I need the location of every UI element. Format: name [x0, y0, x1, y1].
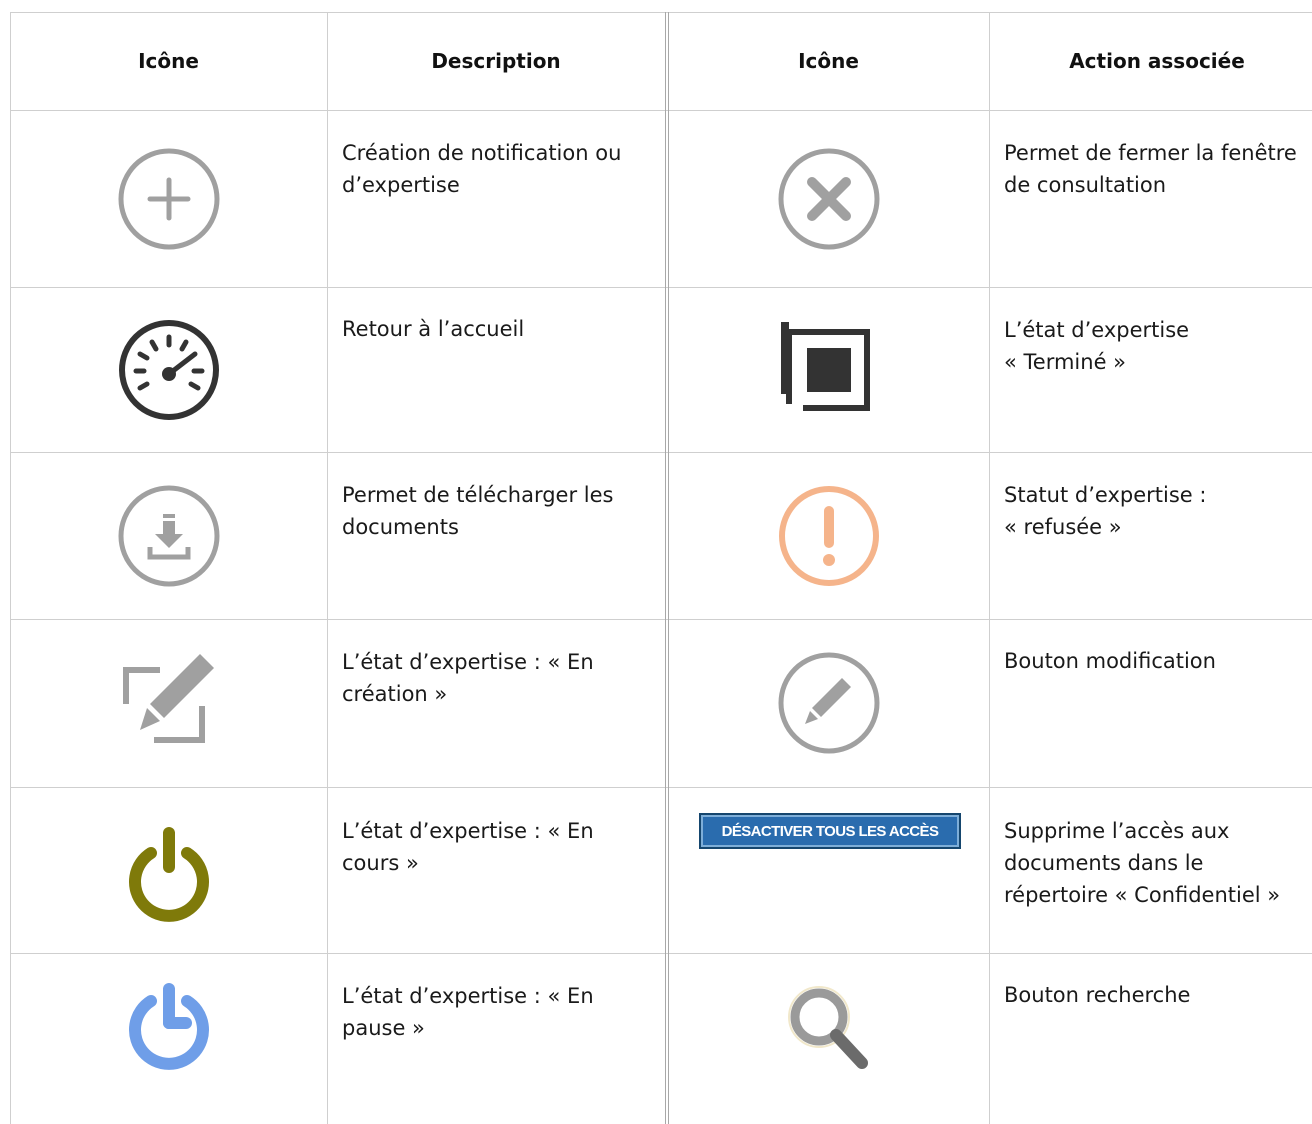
text-line: Supprime l’accès aux — [1004, 819, 1230, 843]
action-cell: Bouton modification — [1004, 645, 1312, 677]
deactivate-all-access-button[interactable]: DÉSACTIVER TOUS LES ACCÈS — [699, 813, 961, 849]
exclamation-circle-icon — [668, 452, 989, 619]
action-cell-button: DÉSACTIVER TOUS LES ACCÈS — [699, 813, 961, 849]
text-line: Permet de fermer la fenêtre — [1004, 141, 1297, 165]
text-line: d’expertise — [342, 173, 460, 197]
text-line: Bouton modification — [1004, 649, 1216, 673]
column-border — [989, 12, 990, 1124]
description-cell: Retour à l’accueil — [342, 313, 662, 345]
text-line: L’état d’expertise — [1004, 318, 1190, 342]
text-line: « Terminé » — [1004, 350, 1127, 374]
text-line: documents — [342, 515, 459, 539]
text-line: Retour à l’accueil — [342, 317, 525, 341]
description-cell: Permet de télécharger les documents — [342, 479, 662, 543]
action-cell: Bouton recherche — [1004, 979, 1312, 1011]
text-line: « refusée » — [1004, 515, 1122, 539]
action-cell: Statut d’expertise : « refusée » — [1004, 479, 1312, 543]
pause-power-icon — [10, 953, 327, 1124]
text-line: Bouton recherche — [1004, 983, 1191, 1007]
description-cell: L’état d’expertise : « En pause » — [342, 980, 662, 1044]
description-cell: Création de notification ou d’expertise — [342, 137, 662, 201]
column-border — [327, 12, 328, 1124]
speedometer-icon — [10, 287, 327, 452]
text-line: L’état d’expertise : « En — [342, 984, 594, 1008]
download-circle-icon — [10, 452, 327, 619]
text-line: L’état d’expertise : « En — [342, 819, 594, 843]
text-line: pause » — [342, 1016, 425, 1040]
table-middle-border — [665, 12, 666, 1124]
close-circle-icon — [668, 110, 989, 287]
action-cell: L’état d’expertise « Terminé » — [1004, 314, 1312, 378]
text-line: de consultation — [1004, 173, 1167, 197]
header-icon-left: Icône — [138, 49, 199, 73]
magnifier-icon — [668, 953, 989, 1124]
power-icon — [10, 787, 327, 953]
text-line: répertoire « Confidentiel » — [1004, 883, 1281, 907]
header-icon-right: Icône — [798, 49, 859, 73]
text-line: L’état d’expertise : « En — [342, 650, 594, 674]
text-line: cours » — [342, 851, 419, 875]
stop-square-icon — [668, 287, 989, 452]
description-cell: L’état d’expertise : « En cours » — [342, 815, 662, 879]
pencil-circle-icon — [668, 619, 989, 787]
action-cell: Permet de fermer la fenêtre de consultat… — [1004, 137, 1312, 201]
action-cell: Supprime l’accès aux documents dans le r… — [1004, 815, 1312, 911]
text-line: création » — [342, 682, 448, 706]
text-line: Permet de télécharger les — [342, 483, 614, 507]
description-cell: L’état d’expertise : « En création » — [342, 646, 662, 710]
text-line: Création de notification ou — [342, 141, 622, 165]
text-line: Statut d’expertise : — [1004, 483, 1207, 507]
header-action: Action associée — [1069, 49, 1245, 73]
edit-square-icon — [10, 619, 327, 787]
plus-circle-icon — [10, 110, 327, 287]
header-description: Description — [431, 49, 561, 73]
text-line: documents dans le — [1004, 851, 1204, 875]
